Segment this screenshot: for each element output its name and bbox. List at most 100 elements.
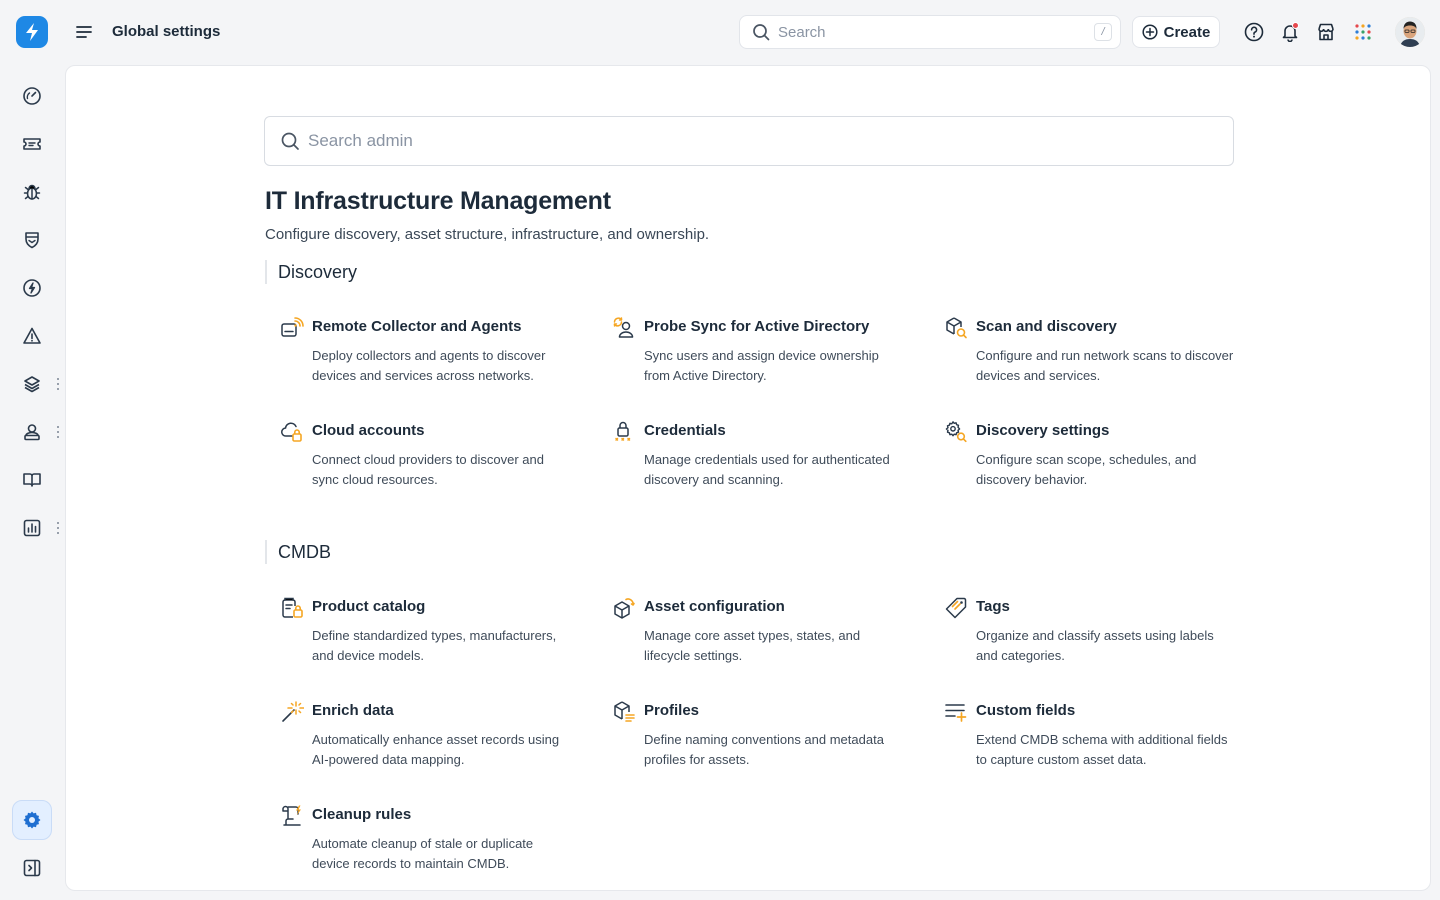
sidebar-item-problems[interactable] xyxy=(16,176,48,208)
setting-card-description: Extend CMDB schema with additional field… xyxy=(976,732,1228,767)
setting-card-description: Connect cloud providers to discover and … xyxy=(312,452,544,487)
probe-sync-icon xyxy=(613,317,634,338)
search-shortcut-badge: / xyxy=(1094,23,1112,41)
setting-card-title: Probe Sync for Active Directory xyxy=(644,318,870,335)
sidebar-item-service-desk[interactable] xyxy=(16,416,48,448)
shield-icon xyxy=(25,232,39,249)
sidebar-item-dashboard[interactable] xyxy=(16,80,48,112)
sidebar-item-assets[interactable] xyxy=(16,368,48,400)
setting-card-title: Profiles xyxy=(644,702,700,719)
admin-search-input[interactable] xyxy=(308,131,1233,151)
setting-card-asset-configuration[interactable]: Asset configuration Manage core asset ty… xyxy=(612,596,912,686)
setting-card-title: Tags xyxy=(976,598,1010,615)
sidebar-item-changes[interactable] xyxy=(16,272,48,304)
app-grid-icon[interactable] xyxy=(1351,20,1375,44)
cloud-lock-icon xyxy=(281,422,302,442)
menu-icon[interactable] xyxy=(74,22,94,42)
setting-card-title: Custom fields xyxy=(976,702,1076,719)
sidebar-item-security[interactable] xyxy=(16,224,48,256)
user-avatar[interactable] xyxy=(1395,17,1425,47)
global-search[interactable]: / xyxy=(739,15,1121,49)
setting-card-profiles[interactable]: Profiles Define naming conventions and m… xyxy=(612,700,912,790)
setting-card-description: Manage core asset types, states, and lif… xyxy=(644,628,861,663)
global-search-input[interactable] xyxy=(778,23,1094,41)
sidebar-item-knowledge-base[interactable] xyxy=(16,464,48,496)
group-title-cmdb: CMDB xyxy=(265,540,331,564)
setting-card-title: Enrich data xyxy=(312,702,394,719)
notification-bell-icon[interactable] xyxy=(1278,20,1302,44)
setting-card-title: Discovery settings xyxy=(976,422,1110,439)
setting-card-title: Product catalog xyxy=(312,598,426,615)
setting-card-description: Organize and classify assets using label… xyxy=(976,628,1214,663)
create-button[interactable]: Create xyxy=(1132,16,1220,48)
search-icon xyxy=(753,24,770,41)
sidebar-expand-icon xyxy=(23,859,41,877)
setting-card-credentials[interactable]: Credentials Manage credentials used for … xyxy=(612,420,912,510)
sidebar-item-reports[interactable] xyxy=(16,512,48,544)
setting-card-probe-sync[interactable]: Probe Sync for Active Directory Sync use… xyxy=(612,316,912,406)
bar-chart-icon xyxy=(23,519,41,537)
setting-card-cleanup-rules[interactable]: Cleanup rules Automate cleanup of stale … xyxy=(280,804,580,894)
custom-fields-icon xyxy=(945,704,967,722)
setting-card-title: Cloud accounts xyxy=(312,422,425,439)
product-catalog-icon xyxy=(282,597,303,618)
scan-discovery-icon xyxy=(946,317,967,339)
setting-card-title: Scan and discovery xyxy=(976,318,1117,335)
setting-card-description: Deploy collectors and agents to discover… xyxy=(312,348,546,383)
setting-card-description: Configure and run network scans to disco… xyxy=(976,348,1234,383)
lightning-icon xyxy=(26,23,38,41)
layers-icon xyxy=(24,376,40,393)
top-bar: Global settings / Create xyxy=(0,0,1440,64)
setting-card-description: Configure scan scope, schedules, and dis… xyxy=(976,452,1197,487)
plus-circle-icon xyxy=(1142,24,1158,40)
sidebar-item-settings[interactable] xyxy=(12,800,52,840)
remote-collector-icon xyxy=(281,317,304,337)
section-description: Configure discovery, asset structure, in… xyxy=(265,226,710,243)
sidebar-expand-button[interactable] xyxy=(16,852,48,884)
setting-card-product-catalog[interactable]: Product catalog Define standardized type… xyxy=(280,596,580,686)
setting-card-tags[interactable]: Tags Organize and classify assets using … xyxy=(944,596,1244,686)
setting-card-description: Manage credentials used for authenticate… xyxy=(644,452,890,487)
sidebar-assets-more-icon[interactable] xyxy=(56,378,60,390)
setting-card-title: Cleanup rules xyxy=(312,806,412,823)
setting-card-cloud-accounts[interactable]: Cloud accounts Connect cloud providers t… xyxy=(280,420,580,510)
book-icon xyxy=(23,473,41,487)
asset-configuration-icon xyxy=(614,598,635,619)
setting-card-discovery-settings[interactable]: Discovery settings Configure scan scope,… xyxy=(944,420,1244,510)
settings-panel: IT Infrastructure Management Configure d… xyxy=(65,65,1431,891)
setting-card-custom-fields[interactable]: Custom fields Extend CMDB schema with ad… xyxy=(944,700,1244,790)
setting-card-enrich-data[interactable]: Enrich data Automatically enhance asset … xyxy=(280,700,580,790)
bug-icon xyxy=(23,184,41,200)
bolt-circle-icon xyxy=(23,279,41,297)
sidebar-item-alerts[interactable] xyxy=(16,320,48,352)
help-icon[interactable] xyxy=(1242,20,1266,44)
section-title: IT Infrastructure Management xyxy=(265,187,611,215)
setting-card-title: Asset configuration xyxy=(644,598,785,615)
user-desk-icon xyxy=(24,424,40,441)
page-title: Global settings xyxy=(112,23,221,40)
profiles-icon xyxy=(614,701,635,722)
cleanup-rules-icon xyxy=(282,805,301,826)
warning-icon xyxy=(23,327,41,344)
gauge-icon xyxy=(23,87,41,105)
admin-search[interactable] xyxy=(264,116,1234,166)
setting-card-description: Sync users and assign device ownership f… xyxy=(644,348,879,383)
tag-icon xyxy=(945,597,967,619)
discovery-settings-icon xyxy=(945,421,967,443)
setting-card-description: Define naming conventions and metadata p… xyxy=(644,732,884,767)
group-title-discovery: Discovery xyxy=(265,260,357,284)
store-icon[interactable] xyxy=(1314,20,1338,44)
sidebar-service-desk-more-icon[interactable] xyxy=(56,426,60,438)
setting-card-title: Credentials xyxy=(644,422,726,439)
credentials-lock-icon xyxy=(615,421,631,441)
app-logo[interactable] xyxy=(16,16,48,48)
gear-icon xyxy=(23,811,41,829)
sidebar-item-tickets[interactable] xyxy=(16,128,48,160)
setting-card-scan-discovery[interactable]: Scan and discovery Configure and run net… xyxy=(944,316,1244,406)
setting-card-description: Define standardized types, manufacturers… xyxy=(312,628,557,663)
magic-wand-icon xyxy=(282,701,304,722)
setting-card-remote-collector[interactable]: Remote Collector and Agents Deploy colle… xyxy=(280,316,580,406)
create-button-label: Create xyxy=(1163,23,1211,41)
sidebar-reports-more-icon[interactable] xyxy=(56,522,60,534)
setting-card-description: Automate cleanup of stale or duplicate d… xyxy=(312,836,534,871)
